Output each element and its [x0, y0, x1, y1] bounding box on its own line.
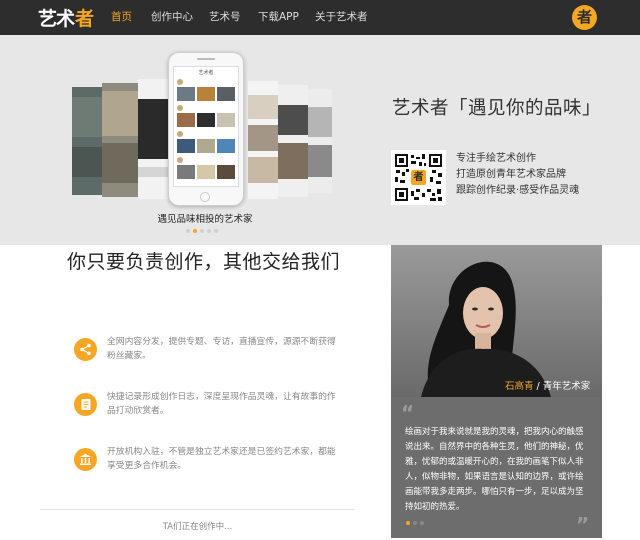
nav-item-home[interactable]: 首页 [111, 0, 132, 35]
artist-quote: 绘画对于我来说就是我的灵魂，把我内心的触感说出来。自然界中的各种生灵，他们的神秘… [405, 427, 584, 512]
nav-item-art-account[interactable]: 艺术号 [209, 0, 241, 35]
user-avatar-icon[interactable]: 者 [572, 5, 597, 30]
feature-text: 全网内容分发，提供专题、专访，直播宣传，源源不断获得粉丝藏家。 [107, 337, 336, 361]
open-quote-icon: “ [401, 401, 415, 425]
banner-feature-item: 专注手绘艺术创作 [456, 153, 536, 164]
banner-dot[interactable] [200, 229, 204, 233]
banner-slogan: 艺术者「遇见你的品味」 [392, 98, 602, 119]
quote-dot-active[interactable] [406, 521, 410, 525]
top-nav: 艺术者 首页 创作中心 艺术号 下载APP 关于艺术者 者 [0, 0, 640, 35]
banner-feature-item: 打造原创青年艺术家品牌 [456, 169, 566, 180]
divider [40, 509, 355, 510]
app-screenshot-image [72, 87, 102, 195]
hero-banner: 艺术者 遇见品味相投的艺术家 艺术者「遇见你的品味」 者 专注手绘艺术创作 打造… [0, 35, 640, 245]
app-screenshot-image [308, 89, 332, 193]
artist-title: 青年艺术家 [542, 381, 591, 392]
banner-dot[interactable] [214, 229, 218, 233]
nav-item-download-app[interactable]: 下载APP [258, 0, 299, 35]
close-quote-icon: ” [576, 513, 590, 537]
banner-feature-list: 专注手绘艺术创作 打造原创青年艺术家品牌 跟踪创作纪录·感受作品灵魂 [456, 151, 579, 199]
artist-name-tag: 石高青 / 青年艺术家 [505, 378, 590, 392]
app-screenshot-image [278, 85, 308, 197]
artist-photo: 石高青 / 青年艺术家 [391, 245, 602, 397]
artist-name: 石高青 [505, 381, 534, 392]
banner-dot-active[interactable] [193, 229, 197, 233]
name-separator: / [533, 381, 543, 392]
app-screenshot-image [102, 83, 138, 197]
share-icon [74, 338, 97, 361]
quote-pagination [406, 521, 424, 525]
app-screenshot-image [138, 79, 168, 199]
phone-mockup: 艺术者 [168, 52, 244, 206]
feature-text: 开放机构入驻，不管是独立艺术家还是已签约艺术家，都能享受更多合作机会。 [107, 447, 336, 471]
banner-pagination [186, 229, 218, 233]
banner-dot[interactable] [207, 229, 211, 233]
section-heading: 你只要负责创作，其他交给我们 [67, 251, 341, 273]
qr-logo-badge: 者 [410, 169, 427, 186]
artists-creating-label: TA们正在创作中... [162, 522, 233, 532]
artist-card[interactable]: 石高青 / 青年艺术家 “ 绘画对于我来说就是我的灵魂，把我内心的触感说出来。自… [391, 245, 602, 538]
journal-icon [74, 393, 97, 416]
banner-caption: 遇见品味相投的艺术家 [157, 214, 253, 225]
logo-text: 艺术 [38, 7, 75, 30]
qr-code-icon: 者 [391, 150, 446, 205]
quote-dot[interactable] [420, 521, 424, 525]
nav-item-about[interactable]: 关于艺术者 [315, 0, 368, 35]
artist-quote-panel: “ 绘画对于我来说就是我的灵魂，把我内心的触感说出来。自然界中的各种生灵，他们的… [391, 397, 602, 538]
site-logo[interactable]: 艺术者 [38, 5, 94, 30]
feature-text: 快捷记录形成创作日志，深度呈现作品灵魂，让有故事的作品打动欣赏者。 [107, 392, 336, 416]
logo-accent: 者 [75, 7, 94, 30]
app-screenshot-image [248, 81, 278, 199]
banner-feature-item: 跟踪创作纪录·感受作品灵魂 [456, 185, 580, 196]
nav-item-creation-center[interactable]: 创作中心 [151, 0, 193, 35]
institution-icon [74, 448, 97, 471]
phone-app-title: 艺术者 [198, 70, 214, 76]
quote-dot[interactable] [413, 521, 417, 525]
banner-dot[interactable] [186, 229, 190, 233]
